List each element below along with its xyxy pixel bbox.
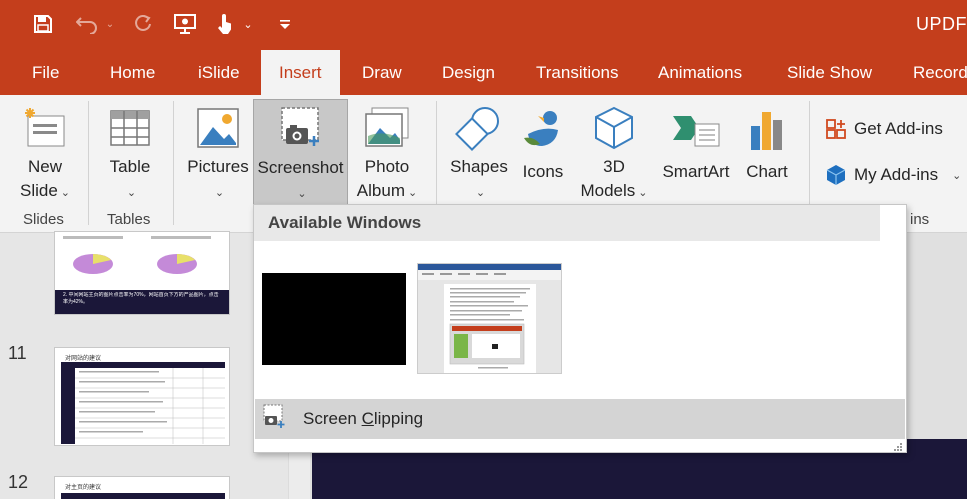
tab-islide[interactable]: iSlide xyxy=(198,50,240,95)
pictures-label: Pictures xyxy=(187,157,249,176)
tab-home[interactable]: Home xyxy=(110,50,155,95)
slide12-title: 对主页的建议 xyxy=(65,485,102,491)
word-document-preview xyxy=(418,264,561,373)
new-slide-icon xyxy=(22,100,68,155)
app-title: UPDF xyxy=(916,14,967,34)
photo-album-button[interactable]: Photo Album ⌄ xyxy=(350,100,424,205)
my-addins-cube-icon xyxy=(824,163,848,187)
3d-models-button[interactable]: 3D Models ⌄ xyxy=(576,100,652,205)
available-windows-header: Available Windows xyxy=(254,205,880,241)
tab-draw[interactable]: Draw xyxy=(362,50,402,95)
screenshot-button[interactable]: Screenshot ⌄ xyxy=(253,99,348,207)
touch-mode-icon[interactable] xyxy=(210,10,240,38)
tab-insert[interactable]: Insert xyxy=(261,50,340,96)
new-slide-label-2: Slide xyxy=(19,181,58,200)
slide11-title: 对网站的建议 xyxy=(65,356,102,362)
get-addins-button[interactable]: Get Add-ins xyxy=(824,115,943,143)
smartart-icon xyxy=(671,100,721,160)
undo-icon[interactable] xyxy=(72,10,102,38)
chevron-down-icon: ⌄ xyxy=(638,187,648,199)
tab-record[interactable]: Record xyxy=(913,50,967,95)
chevron-down-icon: ⌄ xyxy=(297,188,307,200)
title-bar: ⌄ ⌄ UPDF xyxy=(0,0,967,50)
tab-slide-show[interactable]: Slide Show xyxy=(787,50,872,95)
window-thumbnail-1[interactable] xyxy=(262,273,406,365)
pictures-icon xyxy=(196,100,240,155)
shapes-button[interactable]: Shapes ⌄ xyxy=(448,100,510,205)
tab-animations[interactable]: Animations xyxy=(658,50,742,95)
shapes-icon xyxy=(455,100,503,155)
table-icon xyxy=(109,100,151,155)
group-label-tables: Tables xyxy=(107,211,151,228)
slide10-caption: 2. 中间网站主页的图片点击率为70%，网站首页下方的产品图片，点击率为42%。 xyxy=(63,292,219,305)
screenshot-dropdown: Available Windows Screen Clipping xyxy=(253,204,907,453)
slide-thumbnail-12[interactable]: 对主页的建议 xyxy=(54,476,230,499)
undo-dropdown-icon[interactable]: ⌄ xyxy=(102,10,118,38)
slide-thumbnail-11[interactable]: 对网站的建议 xyxy=(54,347,230,446)
smartart-label: SmartArt xyxy=(662,162,730,181)
screen-clipping-icon xyxy=(261,404,287,435)
redo-icon[interactable] xyxy=(128,10,158,38)
table-button[interactable]: Table ⌄ xyxy=(100,100,160,205)
group-label-addins: ins xyxy=(910,211,930,228)
get-addins-label: Get Add-ins xyxy=(854,119,943,138)
photo-album-label-2: Album xyxy=(356,181,405,200)
ribbon-tab-row: File Home iSlide Insert Draw Design Tran… xyxy=(0,50,967,96)
smartart-button[interactable]: SmartArt xyxy=(656,100,736,205)
touch-dropdown-icon[interactable]: ⌄ xyxy=(240,10,256,38)
my-addins-button[interactable]: My Add-ins ⌄ xyxy=(824,161,967,189)
chevron-down-icon: ⌄ xyxy=(126,187,137,199)
table-slide-graphic xyxy=(61,362,225,444)
shapes-label: Shapes xyxy=(450,157,508,176)
new-slide-button[interactable]: New Slide ⌄ xyxy=(10,100,80,205)
slide-number-12: 12 xyxy=(8,472,29,492)
tab-file[interactable]: File xyxy=(32,50,59,95)
screen-clipping-label: Screen Clipping xyxy=(303,409,424,428)
resize-grip-icon[interactable] xyxy=(893,439,903,451)
icons-button[interactable]: Icons xyxy=(516,100,570,205)
slides-pane: 2. 中间网站主页的图片点击率为70%，网站首页下方的产品图片，点击率为42%。… xyxy=(0,231,288,499)
3d-models-label-1: 3D xyxy=(603,157,625,176)
icons-label: Icons xyxy=(522,162,564,181)
screenshot-label: Screenshot xyxy=(257,158,344,177)
pictures-button[interactable]: Pictures ⌄ xyxy=(186,100,250,205)
chevron-down-icon: ⌄ xyxy=(407,187,418,199)
screenshot-icon xyxy=(278,100,324,156)
bar-chart-icon xyxy=(747,100,787,160)
photo-album-label-1: Photo xyxy=(364,157,410,176)
chevron-down-icon: ⌄ xyxy=(60,187,71,199)
ribbon-separator xyxy=(88,101,89,225)
window-thumbnail-2[interactable] xyxy=(417,263,562,374)
chevron-down-icon: ⌄ xyxy=(952,169,962,182)
photo-album-icon xyxy=(362,100,412,155)
chevron-down-icon: ⌄ xyxy=(214,187,225,199)
screen-clipping-menu-item[interactable]: Screen Clipping xyxy=(255,399,905,439)
3d-models-label-2: Models xyxy=(580,181,636,200)
store-plus-icon xyxy=(824,117,848,141)
new-slide-label-1: New xyxy=(27,157,62,176)
cube-icon xyxy=(592,100,636,155)
slide-thumbnail-10[interactable]: 2. 中间网站主页的图片点击率为70%，网站首页下方的产品图片，点击率为42%。 xyxy=(54,231,230,315)
slide-number-11: 11 xyxy=(8,343,27,363)
my-addins-label: My Add-ins xyxy=(854,165,939,184)
icons-icon xyxy=(520,100,566,160)
group-label-slides: Slides xyxy=(23,211,64,228)
chart-label: Chart xyxy=(746,162,788,181)
customize-icon[interactable] xyxy=(276,10,294,38)
chevron-down-icon: ⌄ xyxy=(475,187,486,199)
tab-transitions[interactable]: Transitions xyxy=(536,50,619,95)
tab-design[interactable]: Design xyxy=(442,50,495,95)
chart-button[interactable]: Chart xyxy=(740,100,794,205)
save-icon[interactable] xyxy=(28,10,58,38)
from-beginning-icon[interactable] xyxy=(170,10,202,38)
table-label: Table xyxy=(109,157,151,176)
ribbon-separator xyxy=(173,101,174,225)
